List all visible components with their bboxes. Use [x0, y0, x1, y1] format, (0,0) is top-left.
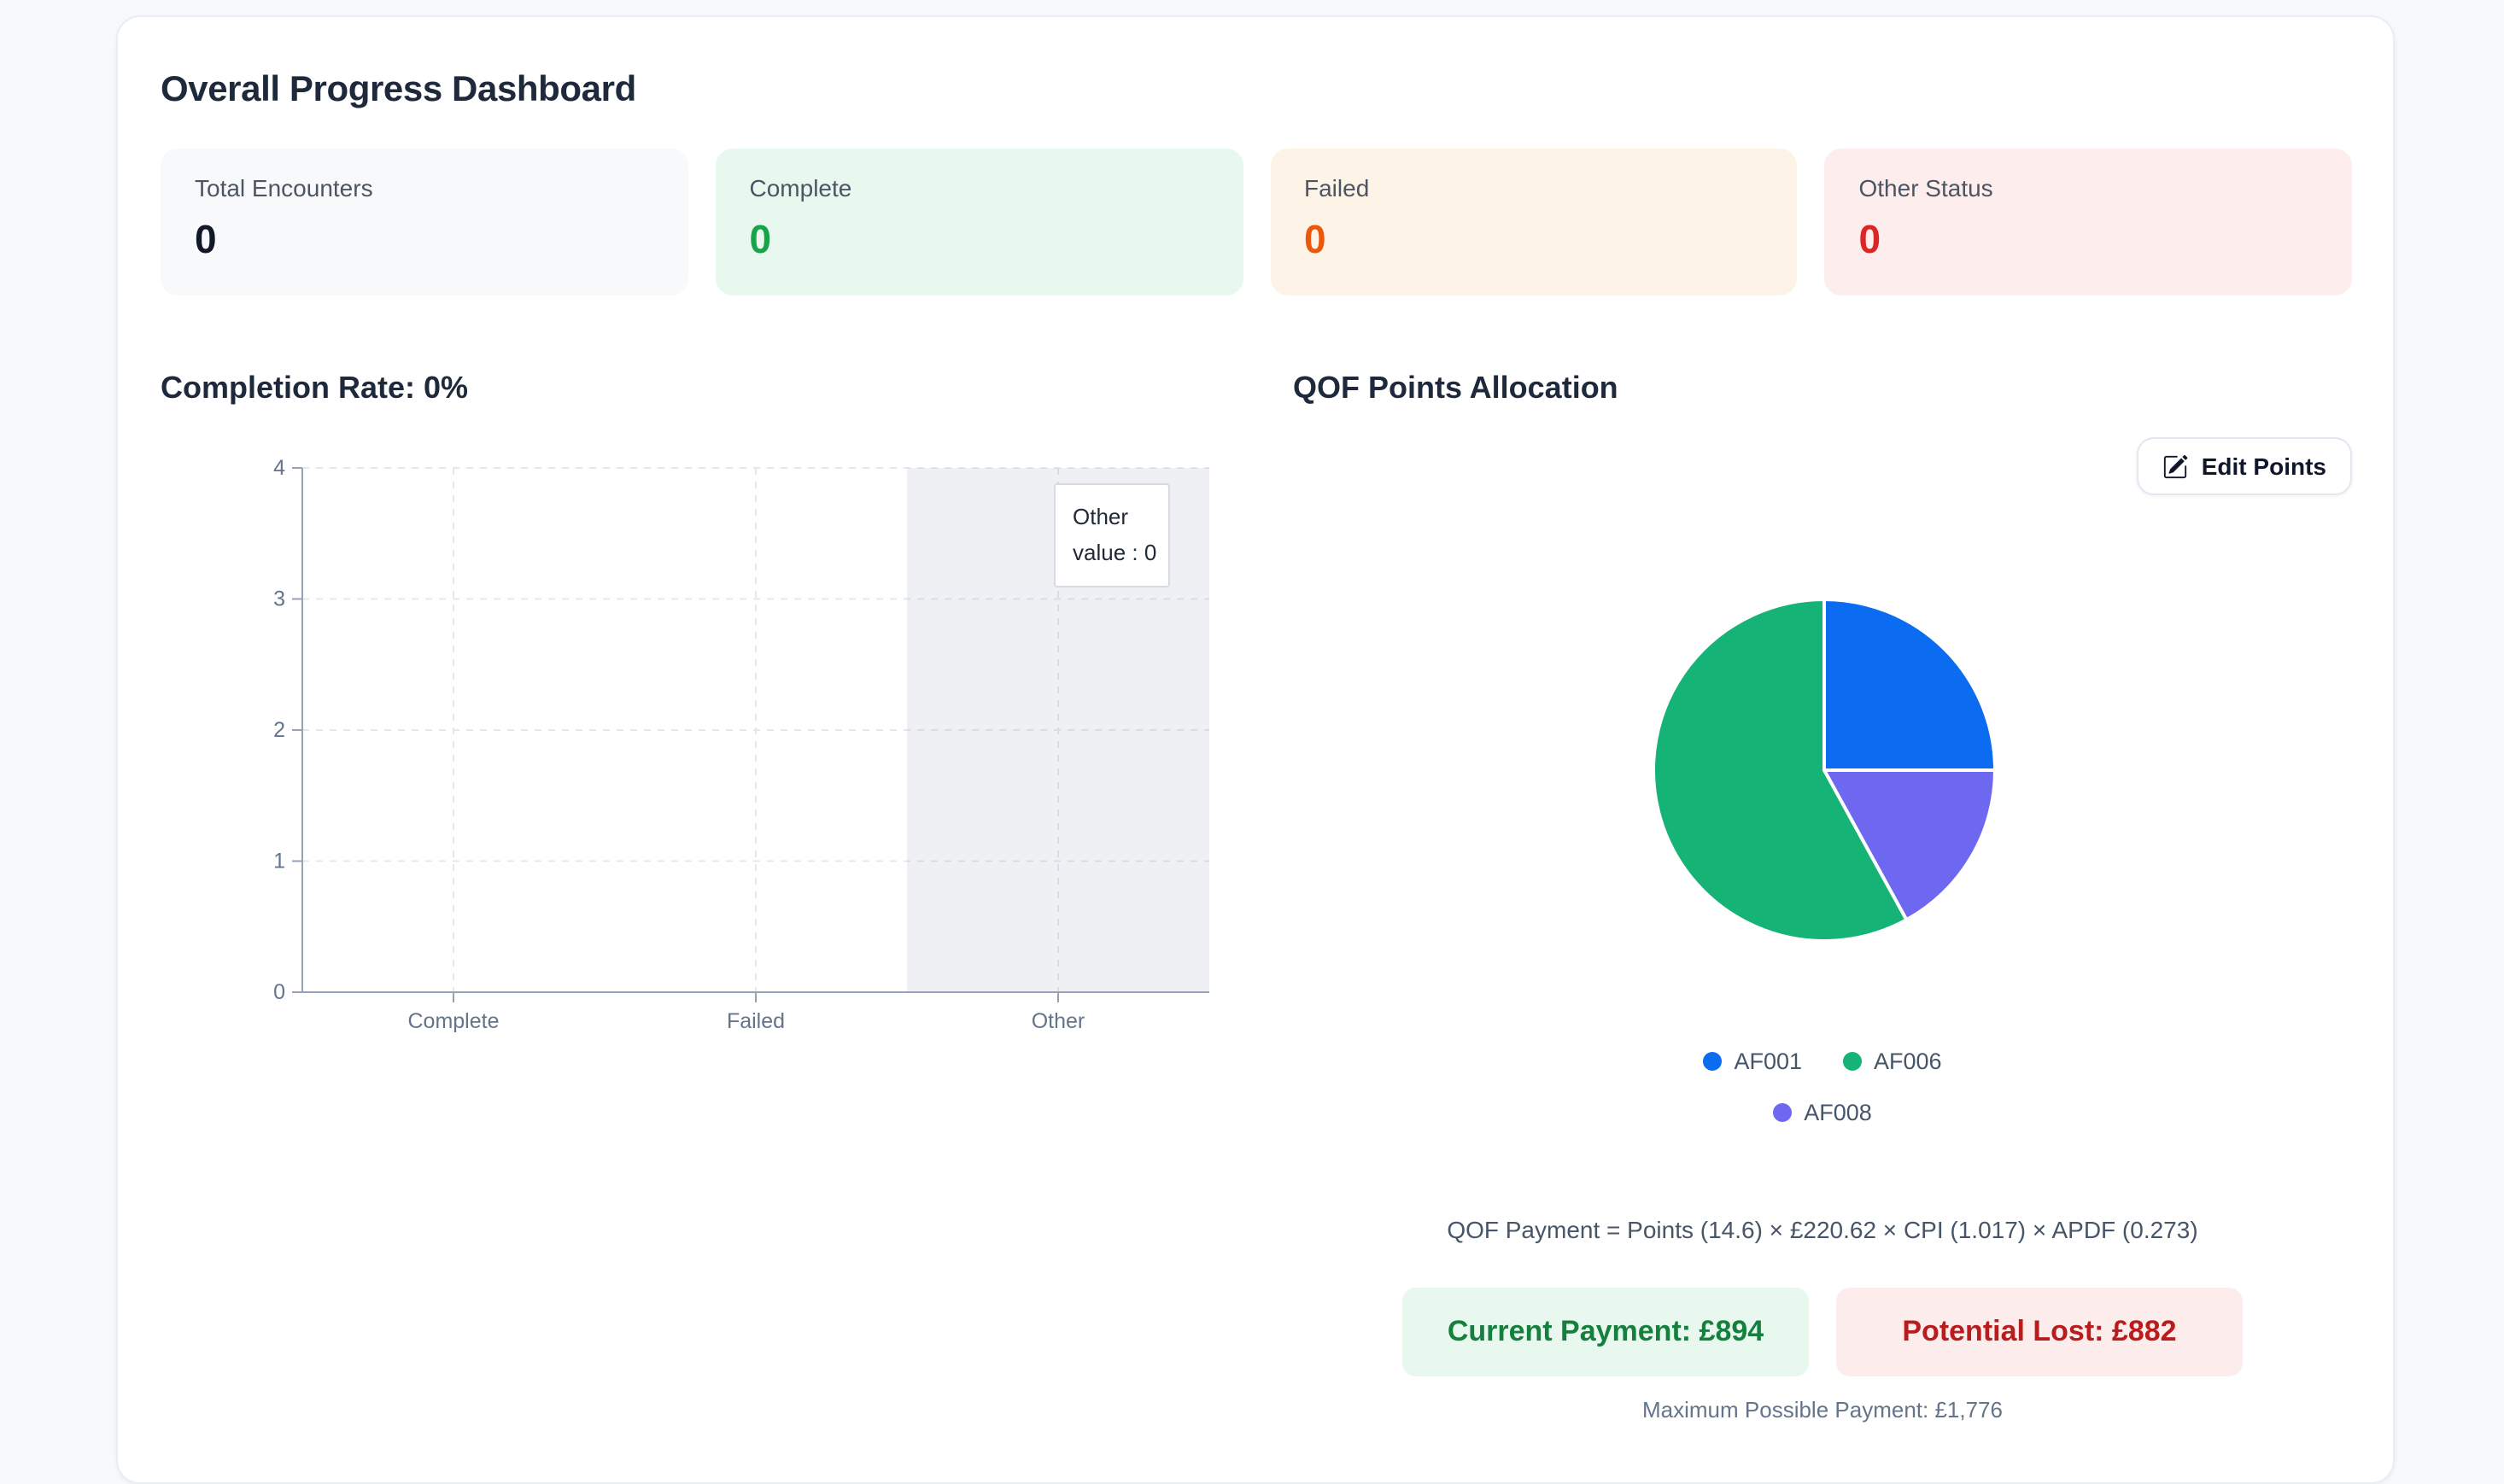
- stat-card-other-status: Other Status 0: [1824, 149, 2352, 295]
- edit-points-label: Edit Points: [2201, 453, 2326, 480]
- tooltip-title: Other: [1073, 504, 1129, 529]
- legend-dot-af001: [1703, 1052, 1723, 1071]
- stat-value: 0: [1304, 217, 1326, 261]
- potential-lost-badge: Potential Lost: £882: [1836, 1288, 2243, 1376]
- current-payment-badge: Current Payment: £894: [1402, 1288, 1809, 1376]
- charts-section: Completion Rate: 0% 0 1 2 3 4 Complete Failed O…: [161, 371, 2352, 1423]
- stat-card-failed: Failed 0: [1270, 149, 1798, 295]
- stat-value: 0: [195, 217, 217, 261]
- completion-heading: Completion Rate: 0%: [161, 371, 469, 405]
- edit-points-button[interactable]: Edit Points: [2136, 437, 2352, 495]
- legend-label: AF001: [1734, 1049, 1802, 1074]
- stats-row: Total Encounters 0 Complete 0 Failed 0 O…: [161, 149, 2352, 295]
- stat-card-total-encounters: Total Encounters 0: [161, 149, 688, 295]
- svg-text:Other: Other: [1032, 1009, 1085, 1033]
- legend-item-af006: AF006: [1843, 1049, 1942, 1074]
- max-payment-text: Maximum Possible Payment: £1,776: [1642, 1397, 2003, 1423]
- qof-column: QOF Points Allocation Edit Points AF001 …: [1293, 371, 2352, 1423]
- dashboard-card: Overall Progress Dashboard Total Encount…: [116, 15, 2395, 1484]
- completion-column: Completion Rate: 0% 0 1 2 3 4 Complete Failed O…: [161, 371, 1223, 1416]
- payment-row: Current Payment: £894 Potential Lost: £8…: [1293, 1288, 2352, 1376]
- tooltip-value: value : 0: [1073, 540, 1157, 565]
- completion-bar-chart[interactable]: 0 1 2 3 4 Complete Failed Other Other value : 0: [161, 424, 1223, 1064]
- stat-label: Total Encounters: [195, 174, 373, 202]
- stat-label: Complete: [749, 174, 852, 202]
- stat-value: 0: [749, 217, 772, 261]
- chart-tooltip: Other value : 0: [1054, 483, 1170, 587]
- legend-label: AF006: [1874, 1049, 1942, 1074]
- legend-row: AF008: [1773, 1100, 1872, 1125]
- legend-label: AF008: [1804, 1100, 1872, 1125]
- edit-pencil-square-icon: [2162, 453, 2188, 479]
- svg-text:4: 4: [273, 456, 285, 480]
- svg-text:2: 2: [273, 718, 285, 742]
- qof-body: Edit Points AF001 AF006 AF008 QOF Paymen…: [1293, 424, 2352, 1423]
- page: Overall Progress Dashboard Total Encount…: [0, 0, 2504, 1484]
- svg-text:Complete: Complete: [408, 1009, 500, 1033]
- svg-text:Failed: Failed: [727, 1009, 785, 1033]
- qof-pie-chart[interactable]: [1643, 589, 2005, 951]
- legend-dot-af006: [1843, 1052, 1862, 1071]
- legend-item-af001: AF001: [1703, 1049, 1802, 1074]
- stat-value: 0: [1858, 217, 1881, 261]
- qof-heading: QOF Points Allocation: [1293, 371, 1618, 405]
- page-title: Overall Progress Dashboard: [161, 70, 636, 109]
- stat-card-complete: Complete 0: [715, 149, 1243, 295]
- legend-dot-af008: [1773, 1103, 1793, 1122]
- stat-label: Failed: [1304, 174, 1370, 202]
- svg-text:3: 3: [273, 587, 285, 611]
- qof-formula-text: QOF Payment = Points (14.6) × £220.62 × …: [1447, 1216, 2198, 1243]
- legend-row: AF001 AF006: [1703, 1049, 1942, 1074]
- svg-text:0: 0: [273, 980, 285, 1004]
- stat-label: Other Status: [1858, 174, 1993, 202]
- pie-legend: AF001 AF006 AF008: [1293, 1049, 2352, 1125]
- svg-text:1: 1: [273, 850, 285, 873]
- legend-item-af008: AF008: [1773, 1100, 1872, 1125]
